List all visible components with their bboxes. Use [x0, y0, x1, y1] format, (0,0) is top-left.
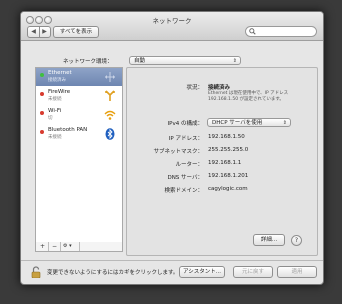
details-panel: 状況： 接続済み Ethernet は現在使用中で、IP アドレス 192.16… [126, 67, 318, 256]
service-item-wifi[interactable]: Wi-Fi 切 [36, 106, 122, 124]
ipv4-config-select[interactable]: DHCP サーバを使用 ⇕ [207, 118, 291, 127]
search-icon [249, 28, 256, 37]
toolbar-divider [48, 242, 49, 251]
toolbar-divider [60, 242, 61, 251]
service-status: 切 [48, 116, 53, 121]
toolbar-divider [79, 242, 80, 251]
status-note: Ethernet は現在使用中で、IP アドレス 192.168.1.50 が設… [208, 91, 289, 102]
search-domain-value: cagylogic.com [208, 186, 248, 192]
chevron-updown-icon: ⇕ [282, 120, 287, 126]
service-item-bluetooth-pan[interactable]: Bluetooth PAN 未接続 [36, 125, 122, 143]
subnet-mask-label: サブネットマスク： [153, 149, 203, 155]
service-status: 接続済み [48, 78, 66, 83]
status-dot [40, 111, 44, 115]
forward-button[interactable]: ▶ [39, 28, 50, 35]
ip-address-label: IP アドレス： [168, 136, 203, 142]
advanced-button[interactable]: 詳細... [253, 234, 285, 246]
revert-button[interactable]: 元に戻す [233, 266, 273, 278]
firewire-icon [105, 90, 115, 101]
ip-address-value: 192.168.1.50 [208, 134, 245, 140]
service-status: 未接続 [48, 135, 62, 140]
search-domain-label: 検索ドメイン： [164, 188, 203, 194]
chevron-updown-icon: ⇕ [232, 58, 237, 64]
status-dot [40, 73, 44, 77]
nav-back-forward: ◀ ▶ [27, 26, 51, 38]
location-select[interactable]: 自動 ⇕ [129, 56, 241, 65]
status-dot [40, 130, 44, 134]
ipv4-config-value: DHCP サーバを使用 [212, 120, 263, 126]
titlebar: ネットワーク ◀ ▶ すべてを表示 [21, 12, 323, 41]
service-status: 未接続 [48, 97, 62, 102]
subnet-mask-value: 255.255.255.0 [208, 147, 249, 153]
remove-service-button[interactable]: − [52, 243, 57, 250]
search-field[interactable] [245, 26, 317, 37]
location-label: ネットワーク環境： [63, 59, 113, 65]
service-item-firewire[interactable]: FireWire 未接続 [36, 87, 122, 105]
service-name: Bluetooth PAN [48, 127, 88, 133]
wifi-icon [104, 110, 116, 120]
service-list: Ethernet 接続済み FireWire 未接続 Wi-Fi 切 Bluet… [35, 67, 123, 243]
window-title: ネットワーク [152, 17, 192, 25]
service-item-ethernet[interactable]: Ethernet 接続済み [36, 68, 122, 86]
service-name: Ethernet [48, 70, 72, 76]
ethernet-icon [105, 72, 115, 82]
router-value: 192.168.1.1 [208, 160, 242, 166]
action-menu-button[interactable]: ⚙ ▾ [63, 243, 72, 249]
lock-icon[interactable] [31, 266, 41, 278]
location-value: 自動 [134, 58, 146, 64]
assistant-button[interactable]: アシスタント... [179, 266, 225, 278]
apply-button[interactable]: 適用 [277, 266, 317, 278]
service-name: FireWire [48, 89, 71, 95]
router-label: ルーター： [175, 162, 203, 168]
status-dot [40, 92, 44, 96]
search-input[interactable] [257, 27, 313, 35]
network-preferences-window: ネットワーク ◀ ▶ すべてを表示 ネットワーク環境： 自動 ⇕ Etherne… [20, 11, 324, 285]
add-service-button[interactable]: + [40, 243, 45, 250]
footer-divider [21, 260, 323, 261]
status-label: 状況： [186, 85, 203, 91]
dns-server-value: 192.168.1.201 [208, 173, 249, 179]
dns-server-label: DNS サーバ： [167, 175, 203, 181]
status-value: 接続済み [208, 85, 231, 91]
ipv4-config-label: IPv4 の構成： [167, 121, 203, 127]
help-button[interactable]: ? [291, 235, 302, 246]
lock-message: 変更できないようにするにはカギをクリックします。 [47, 270, 179, 276]
back-button[interactable]: ◀ [28, 28, 39, 35]
service-list-toolbar: + − ⚙ ▾ [35, 242, 123, 252]
show-all-button[interactable]: すべてを表示 [53, 26, 99, 38]
service-name: Wi-Fi [48, 108, 62, 114]
bluetooth-icon [105, 128, 115, 140]
